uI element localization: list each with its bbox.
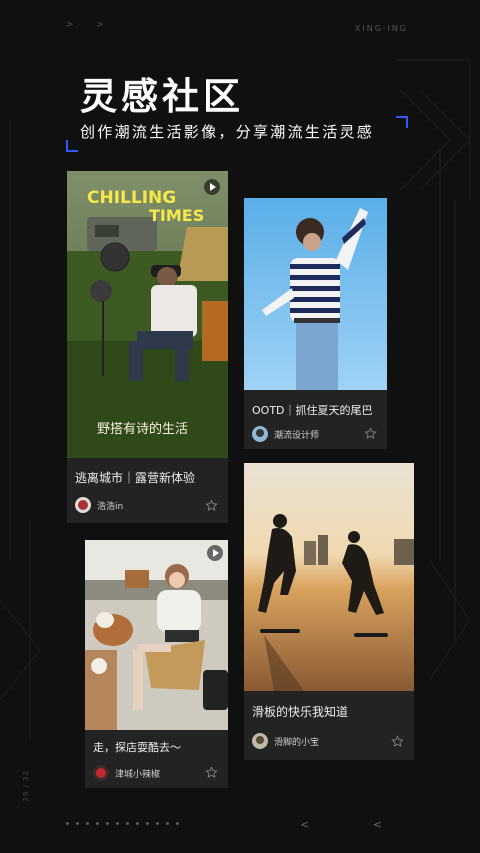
post-author[interactable]: 津城小辣椒 bbox=[93, 765, 160, 781]
post-card-camping[interactable]: CHILLING TIMES 野搭有诗的生活 逃离城市｜露营新体验 浩浩in bbox=[67, 171, 228, 523]
pagination-dot bbox=[66, 822, 69, 825]
post-card-skateboard[interactable]: 滑板的快乐我知道 滑脚的小宝 bbox=[244, 463, 414, 760]
pagination-dot bbox=[76, 822, 79, 825]
author-name[interactable]: 浩浩in bbox=[97, 499, 123, 512]
star-icon[interactable] bbox=[391, 735, 404, 748]
pagination-dot bbox=[96, 822, 99, 825]
post-author[interactable]: 滑脚的小宝 bbox=[252, 733, 319, 749]
post-photo-cafe[interactable] bbox=[85, 540, 228, 730]
pagination-dot bbox=[86, 822, 89, 825]
author-name[interactable]: 潮流设计师 bbox=[274, 428, 319, 441]
avatar-image bbox=[252, 426, 268, 442]
pagination-dot bbox=[176, 822, 179, 825]
page-title: 灵感社区 bbox=[80, 75, 244, 118]
post-author[interactable]: 潮流设计师 bbox=[252, 426, 319, 442]
post-author[interactable]: 浩浩in bbox=[75, 497, 123, 513]
post-card-ootd[interactable]: OOTD｜抓住夏天的尾巴 潮流设计师 bbox=[244, 198, 387, 449]
play-icon[interactable] bbox=[207, 545, 223, 561]
photo-text-times: TIMES bbox=[149, 206, 204, 225]
pagination-dots bbox=[66, 822, 179, 825]
photo-caption: 野搭有诗的生活 bbox=[97, 421, 188, 437]
author-name[interactable]: 津城小辣椒 bbox=[115, 767, 160, 780]
post-photo-camping[interactable]: CHILLING TIMES 野搭有诗的生活 bbox=[67, 171, 228, 458]
author-name[interactable]: 滑脚的小宝 bbox=[274, 735, 319, 748]
avatar-image bbox=[93, 765, 109, 781]
top-arrows-decoration: > > bbox=[66, 20, 114, 30]
pagination-dot bbox=[146, 822, 149, 825]
skateboard-photo-illustration bbox=[244, 463, 414, 691]
author-avatar[interactable] bbox=[252, 733, 268, 749]
author-avatar[interactable] bbox=[75, 497, 91, 513]
author-avatar[interactable] bbox=[252, 426, 268, 442]
star-icon[interactable] bbox=[205, 499, 218, 512]
author-avatar[interactable] bbox=[93, 765, 109, 781]
pagination-dot bbox=[116, 822, 119, 825]
cafe-photo-illustration bbox=[85, 540, 228, 730]
post-title: 逃离城市｜露营新体验 bbox=[75, 471, 196, 485]
star-icon[interactable] bbox=[364, 427, 377, 440]
pagination-dot bbox=[106, 822, 109, 825]
post-title: 走，探店耍酷去～ bbox=[93, 741, 181, 754]
avatar-image bbox=[75, 497, 91, 513]
page-subtitle: 创作潮流生活影像，分享潮流生活灵感 bbox=[80, 123, 375, 141]
pagination-dot bbox=[166, 822, 169, 825]
bottom-arrows-decoration: < < bbox=[300, 818, 412, 831]
post-title: 滑板的快乐我知道 bbox=[252, 705, 349, 719]
ootd-photo-illustration bbox=[244, 198, 387, 390]
post-photo-ootd[interactable] bbox=[244, 198, 387, 390]
play-icon[interactable] bbox=[204, 179, 220, 195]
brand-mark: XING·ING bbox=[354, 24, 408, 33]
pagination-dot bbox=[136, 822, 139, 825]
page-counter: 28 / 32 bbox=[22, 770, 30, 802]
pagination-dot bbox=[156, 822, 159, 825]
bracket-corner-bottom-left bbox=[66, 140, 78, 152]
post-card-cafe[interactable]: 走，探店耍酷去～ 津城小辣椒 bbox=[85, 540, 228, 788]
post-title: OOTD｜抓住夏天的尾巴 bbox=[252, 404, 373, 417]
camping-photo-illustration: CHILLING TIMES 野搭有诗的生活 bbox=[67, 171, 228, 458]
bracket-corner-top-right bbox=[396, 116, 408, 128]
star-icon[interactable] bbox=[205, 766, 218, 779]
photo-text-chilling: CHILLING bbox=[87, 188, 176, 208]
pagination-dot bbox=[126, 822, 129, 825]
avatar-image bbox=[252, 733, 268, 749]
post-photo-skateboard[interactable] bbox=[244, 463, 414, 691]
